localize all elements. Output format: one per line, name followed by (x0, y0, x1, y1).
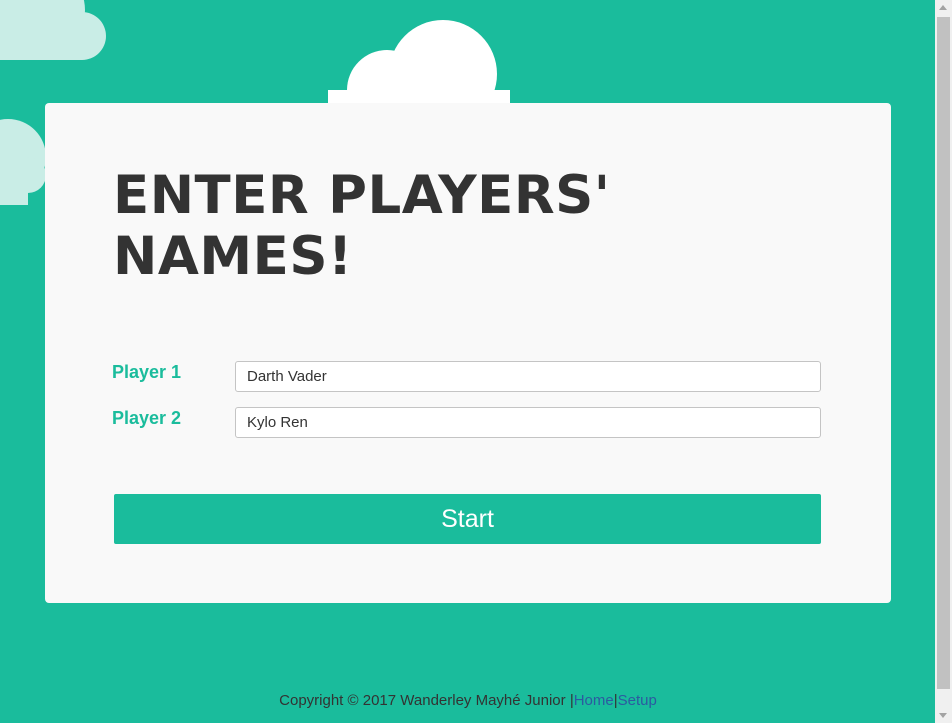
scroll-thumb[interactable] (937, 17, 950, 689)
home-link[interactable]: Home (574, 692, 614, 709)
player-2-input[interactable] (235, 407, 821, 438)
cloud-left (0, 119, 46, 205)
player-1-label: Player 1 (112, 362, 182, 382)
cloud-top-center (328, 20, 510, 106)
vertical-scrollbar[interactable] (935, 0, 952, 723)
footer: Copyright © 2017 Wanderley Mayhé Junior … (0, 692, 936, 709)
setup-link[interactable]: Setup (618, 692, 657, 709)
scroll-up-arrow-icon[interactable] (939, 5, 947, 10)
player-1-input[interactable] (235, 361, 821, 392)
scroll-down-arrow-icon[interactable] (939, 713, 947, 718)
page-title: ENTER PLAYERS' NAMES! (113, 165, 611, 287)
cloud-top-left (0, 0, 106, 60)
player-setup-card: ENTER PLAYERS' NAMES! Player 1 Player 2 … (45, 103, 891, 603)
start-button[interactable]: Start (114, 494, 821, 544)
copyright-text: Copyright © 2017 Wanderley Mayhé Junior (279, 692, 566, 709)
player-2-label: Player 2 (112, 408, 182, 428)
